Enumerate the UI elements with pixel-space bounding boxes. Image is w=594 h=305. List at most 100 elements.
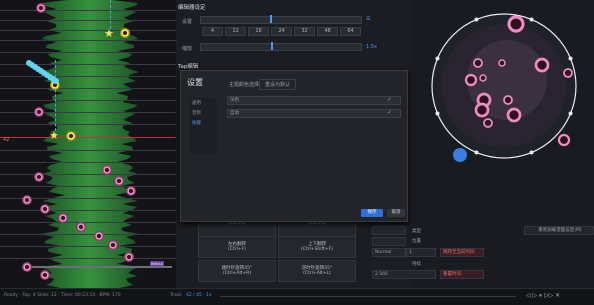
each-note[interactable] [66,131,76,141]
star-icon[interactable]: ★ [49,130,59,141]
guide-line [55,60,57,136]
sensor-dot [568,56,573,61]
division-option[interactable]: 48 [317,27,338,36]
row2-label: 缩放 [182,46,193,52]
dialog-title: 设置 [187,78,203,87]
sidebar-item-general[interactable]: 通用 [189,98,217,108]
sensor-dot [435,111,440,116]
grid-line [0,150,176,151]
sensor-dot [568,111,573,116]
theme-field[interactable]: 深色 [227,96,401,105]
each-note[interactable] [120,28,130,38]
tap-note[interactable] [124,252,134,262]
slider-knob[interactable] [270,15,272,23]
tap-note[interactable] [76,222,86,232]
shortcut-hint: (Ctrl+F) [228,247,246,252]
grid-line [0,10,176,11]
star-icon[interactable]: ★ [104,28,114,39]
check-icon: ✓ [387,109,393,116]
tap-note[interactable] [22,262,32,272]
jump-to-time-button[interactable]: 跳转至当前时间 [440,248,484,257]
grid-line [0,124,176,125]
pos-field[interactable] [372,237,406,246]
reset-time-button[interactable]: 重置时间 [440,270,484,279]
sensor-dot [474,17,479,22]
grid-line [0,222,176,223]
grid-line [0,162,176,163]
preview-note [474,102,490,118]
preview-note [483,118,493,128]
preview-note [563,68,573,78]
transport-readout: 42 / 45 · 1x [186,293,212,298]
division-option[interactable]: 16 [248,27,269,36]
save-button[interactable]: 保存 [361,209,383,217]
duration-input[interactable]: 2.566 [372,270,436,279]
panel-title: 编辑器设定 [178,5,206,11]
sidebar-item-audio[interactable]: 音频 [189,108,217,118]
preview-note [473,58,483,68]
tap-note[interactable] [36,3,46,13]
division-option[interactable]: 32 [294,27,315,36]
prop-label-dur: 持续 [412,262,421,267]
grid-line [0,52,176,53]
reset-default-button[interactable]: 重设为默认 [259,79,297,90]
division-option[interactable]: 24 [271,27,292,36]
prop-label-type: 类型 [412,229,421,234]
tap-note[interactable] [34,172,44,182]
slide-path-dot [53,78,59,84]
division-option[interactable]: 64 [340,27,361,36]
reload-chart-button[interactable]: 重新加载谱面设定(M) [524,226,594,235]
auto-field[interactable]: 自动 [227,109,401,118]
theme-color-tab[interactable]: 主题颜色选择 [229,81,259,88]
shortcut-button[interactable]: 逆时针旋转45° (Ctrl+Alt+L) [278,260,356,282]
sidebar-item-keys[interactable]: 按键 [189,118,217,128]
settings-dialog: 设置 主题颜色选择 重设为默认 通用 音频 按键 深色 ✓ 自动 ✓ 保存 取消 [180,70,408,222]
preview-note [498,59,506,67]
tap-note[interactable] [40,204,50,214]
preview-panel: 重新加载谱面设定(M) 类型 位置 时间 持续 Normal 1 跳转至当前时间… [372,0,594,288]
grid-line [0,246,176,247]
shortcut-hint: (Ctrl+Alt+R) [222,271,252,276]
tap-note[interactable] [40,270,50,280]
tap-note[interactable] [102,165,112,175]
type-field[interactable] [372,226,406,235]
cancel-button[interactable]: 取消 [387,209,405,217]
sensor-dot [435,56,440,61]
zoom-slider-track[interactable] [200,43,362,51]
seek-bar[interactable] [220,296,516,297]
check-icon: ✓ [387,96,393,103]
grid-line [0,112,176,113]
shortcut-button[interactable]: 上下翻转 (Ctrl+Shift+F) [278,236,356,258]
time-input[interactable]: 1 [406,248,436,257]
tap-section-title: Tap编辑 [178,64,199,70]
tap-note[interactable] [34,107,44,117]
waveform [40,0,140,288]
division-option[interactable]: 4 [202,27,223,36]
playhead-bar[interactable] [32,266,172,268]
row1-icon: ☰ [366,16,371,22]
timeline-panel[interactable]: 42 ★ ★ BREAK [0,0,176,288]
shortcut-button[interactable]: 左右翻转 (Ctrl+F) [198,236,276,258]
status-bar: Ready · Tap: 4 Slide: 12 · Time: 00:23.5… [0,288,594,305]
tap-note[interactable] [22,195,32,205]
sensor-dot [529,17,534,22]
preview-note [506,107,522,123]
slider-track[interactable] [200,16,362,24]
prop-label-pos: 位置 [412,239,421,244]
tap-note[interactable] [58,213,68,223]
grid-line [0,174,176,175]
preview-note [557,133,571,147]
circle-preview[interactable] [412,0,594,212]
shortcut-button[interactable]: 顺时针旋转45° (Ctrl+Alt+R) [198,260,276,282]
zoom-value: 1.5x [366,44,377,50]
tap-note[interactable] [114,176,124,186]
division-option[interactable]: 12 [225,27,246,36]
sensor-dot [529,150,534,155]
transport-controls[interactable]: ◁ ▷ ⏸ ▷▷ ✕ [526,292,560,300]
tap-note[interactable] [126,186,136,196]
type-select[interactable]: Normal [372,248,406,257]
zoom-slider-knob[interactable] [271,42,273,50]
tap-note[interactable] [94,231,104,241]
grid-line [0,186,176,187]
tap-note[interactable] [108,240,118,250]
